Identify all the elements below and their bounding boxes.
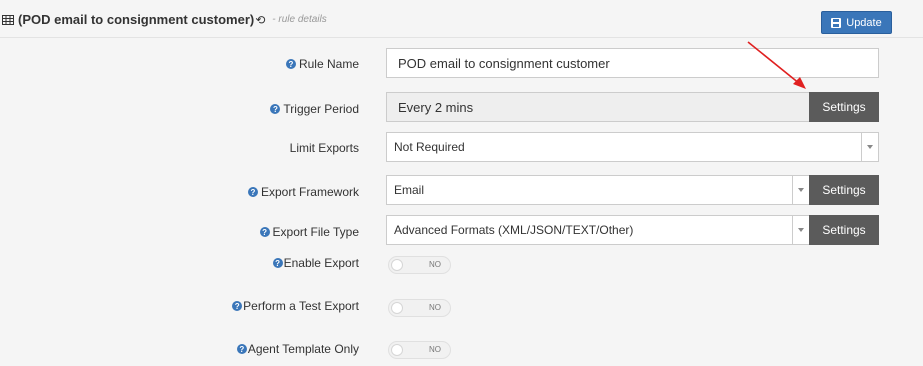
test-export-toggle[interactable]: NO bbox=[388, 299, 451, 317]
update-button-label: Update bbox=[846, 16, 882, 29]
question-circle-icon[interactable]: ? bbox=[285, 59, 296, 69]
panel-title: (POD email to consignment customer) ⟲ - … bbox=[2, 12, 327, 27]
rule-name-label: ? Rule Name bbox=[285, 57, 359, 71]
history-icon[interactable]: ⟲ bbox=[255, 13, 265, 27]
agent-template-label: ? Agent Template Only bbox=[236, 342, 359, 356]
question-circle-icon[interactable]: ? bbox=[236, 344, 247, 354]
chevron-down-icon[interactable] bbox=[861, 133, 878, 161]
question-circle-icon[interactable]: ? bbox=[272, 258, 283, 268]
enable-export-toggle[interactable]: NO bbox=[388, 256, 451, 274]
toggle-knob bbox=[391, 344, 403, 356]
page-subtitle: - rule details bbox=[272, 14, 327, 25]
trigger-period-settings-button[interactable]: Settings bbox=[809, 92, 879, 122]
page-title: (POD email to consignment customer) bbox=[18, 12, 255, 27]
rule-name-input[interactable]: POD email to consignment customer bbox=[386, 48, 879, 78]
save-icon bbox=[831, 17, 842, 28]
export-file-type-label: ? Export File Type bbox=[259, 225, 359, 239]
panel-heading: (POD email to consignment customer) ⟲ - … bbox=[0, 0, 923, 38]
limit-exports-select[interactable]: Not Required bbox=[386, 132, 879, 162]
export-file-type-select[interactable]: Advanced Formats (XML/JSON/TEXT/Other) bbox=[386, 215, 810, 245]
question-circle-icon[interactable]: ? bbox=[259, 227, 270, 237]
trigger-period-input: Every 2 mins bbox=[386, 92, 810, 122]
question-circle-icon[interactable]: ? bbox=[247, 187, 258, 197]
question-circle-icon[interactable]: ? bbox=[232, 301, 243, 311]
chevron-down-icon[interactable] bbox=[792, 216, 809, 244]
export-framework-label: ? Export Framework bbox=[247, 185, 359, 199]
question-circle-icon[interactable]: ? bbox=[270, 104, 281, 114]
update-button[interactable]: Update bbox=[821, 11, 892, 34]
toggle-knob bbox=[391, 259, 403, 271]
toggle-knob bbox=[391, 302, 403, 314]
table-icon bbox=[2, 14, 14, 25]
limit-exports-label: Limit Exports bbox=[289, 141, 359, 155]
export-framework-settings-button[interactable]: Settings bbox=[809, 175, 879, 205]
export-file-type-settings-button[interactable]: Settings bbox=[809, 215, 879, 245]
agent-template-toggle[interactable]: NO bbox=[388, 341, 451, 359]
trigger-period-label: ? Trigger Period bbox=[270, 102, 359, 116]
chevron-down-icon[interactable] bbox=[792, 176, 809, 204]
test-export-label: ? Perform a Test Export bbox=[232, 299, 359, 313]
enable-export-label: ? Enable Export bbox=[272, 256, 359, 270]
export-framework-select[interactable]: Email bbox=[386, 175, 810, 205]
